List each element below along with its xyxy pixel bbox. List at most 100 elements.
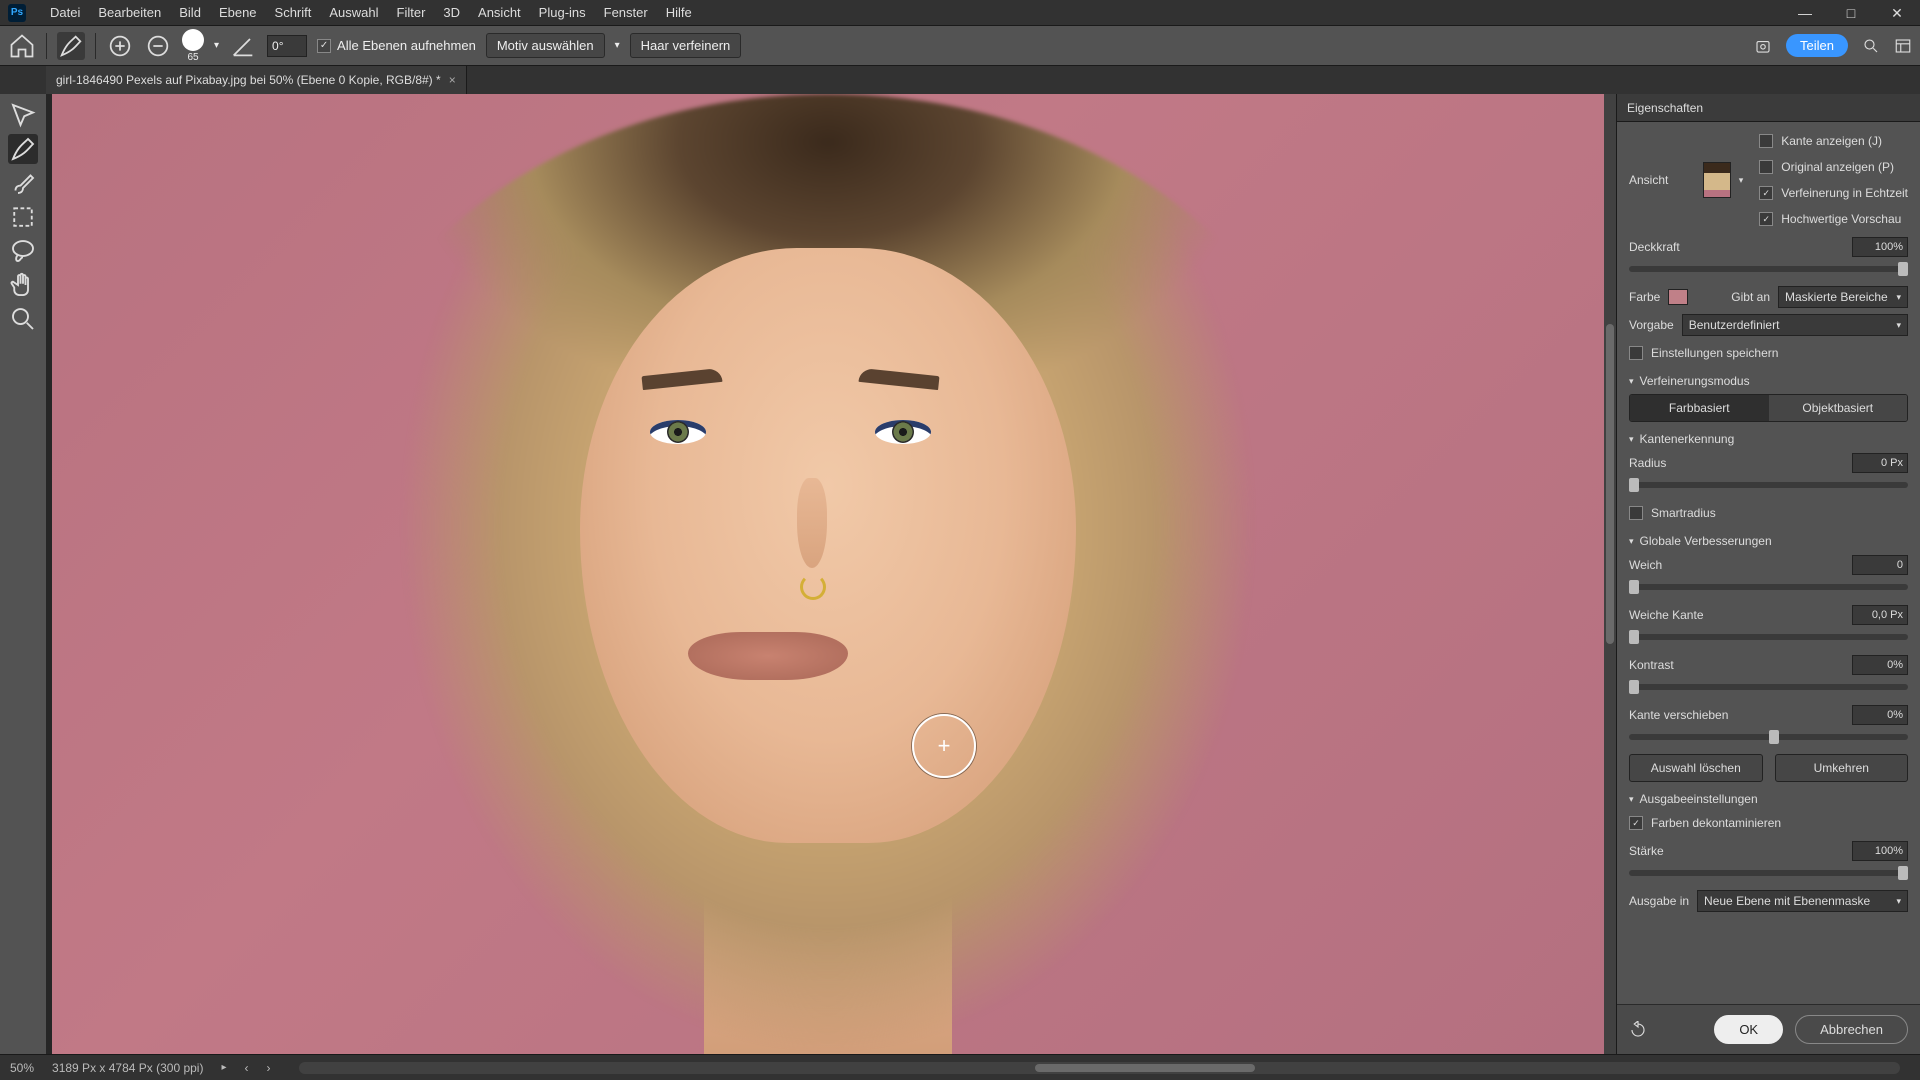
smooth-slider[interactable] bbox=[1629, 584, 1908, 590]
opacity-slider[interactable] bbox=[1629, 266, 1908, 272]
share-button[interactable]: Teilen bbox=[1786, 34, 1848, 57]
lasso-tool[interactable] bbox=[8, 236, 38, 266]
document-canvas[interactable]: + bbox=[52, 94, 1604, 1054]
brush-tool[interactable] bbox=[8, 168, 38, 198]
invert-button[interactable]: Umkehren bbox=[1775, 754, 1909, 782]
cancel-button[interactable]: Abbrechen bbox=[1795, 1015, 1908, 1044]
decon-checkbox[interactable] bbox=[1629, 816, 1643, 830]
menu-datei[interactable]: Datei bbox=[50, 5, 80, 20]
opacity-label: Deckkraft bbox=[1629, 240, 1680, 254]
menu-bild[interactable]: Bild bbox=[179, 5, 201, 20]
menu-bar: Ps Datei Bearbeiten Bild Ebene Schrift A… bbox=[0, 0, 1920, 26]
contrast-slider[interactable] bbox=[1629, 684, 1908, 690]
sample-all-layers-checkbox[interactable]: Alle Ebenen aufnehmen bbox=[317, 38, 476, 53]
panel-tab[interactable]: Eigenschaften bbox=[1617, 94, 1920, 122]
color-swatch[interactable] bbox=[1668, 289, 1688, 305]
workspace-switcher-icon[interactable] bbox=[1894, 37, 1912, 55]
select-subject-button[interactable]: Motiv auswählen bbox=[486, 33, 605, 58]
smooth-input[interactable] bbox=[1852, 555, 1908, 575]
hq-preview-label: Hochwertige Vorschau bbox=[1781, 212, 1901, 226]
mode-object-button[interactable]: Objektbasiert bbox=[1769, 395, 1908, 421]
output-header[interactable]: ▾Ausgabeeinstellungen bbox=[1629, 792, 1908, 806]
vertical-scrollbar[interactable] bbox=[1604, 94, 1616, 1054]
nav-next-icon[interactable]: › bbox=[267, 1061, 271, 1075]
object-select-tool[interactable] bbox=[8, 202, 38, 232]
hq-preview-checkbox[interactable] bbox=[1759, 212, 1773, 226]
ok-button[interactable]: OK bbox=[1714, 1015, 1783, 1044]
hand-tool[interactable] bbox=[8, 270, 38, 300]
feather-input[interactable] bbox=[1852, 605, 1908, 625]
preset-select[interactable]: Benutzerdefiniert▾ bbox=[1682, 314, 1908, 336]
smart-radius-checkbox[interactable] bbox=[1629, 506, 1643, 520]
feather-label: Weiche Kante bbox=[1629, 608, 1704, 622]
menu-ansicht[interactable]: Ansicht bbox=[478, 5, 521, 20]
indicates-select[interactable]: Maskierte Bereiche▾ bbox=[1778, 286, 1908, 308]
output-to-select[interactable]: Neue Ebene mit Ebenenmaske▾ bbox=[1697, 890, 1908, 912]
search-icon[interactable] bbox=[1862, 37, 1880, 55]
edge-detect-header[interactable]: ▾Kantenerkennung bbox=[1629, 432, 1908, 446]
radius-slider[interactable] bbox=[1629, 482, 1908, 488]
refine-hair-button[interactable]: Haar verfeinern bbox=[630, 33, 742, 58]
minimize-button[interactable]: — bbox=[1782, 0, 1828, 26]
brush-angle-input[interactable] bbox=[267, 35, 307, 57]
add-selection-icon[interactable] bbox=[106, 32, 134, 60]
color-label: Farbe bbox=[1629, 290, 1660, 304]
sample-all-label: Alle Ebenen aufnehmen bbox=[337, 38, 476, 53]
mode-color-button[interactable]: Farbbasiert bbox=[1630, 395, 1769, 421]
menu-ebene[interactable]: Ebene bbox=[219, 5, 257, 20]
document-tab-title: girl-1846490 Pexels auf Pixabay.jpg bei … bbox=[56, 73, 441, 87]
preset-label: Vorgabe bbox=[1629, 318, 1674, 332]
document-tab[interactable]: girl-1846490 Pexels auf Pixabay.jpg bei … bbox=[46, 66, 467, 94]
status-caret-icon[interactable]: ▸ bbox=[221, 1062, 226, 1073]
zoom-tool[interactable] bbox=[8, 304, 38, 334]
home-icon[interactable] bbox=[8, 32, 36, 60]
subtract-selection-icon[interactable] bbox=[144, 32, 172, 60]
amount-input[interactable] bbox=[1852, 841, 1908, 861]
realtime-refine-checkbox[interactable] bbox=[1759, 186, 1773, 200]
indicates-label: Gibt an bbox=[1731, 290, 1770, 304]
clear-selection-button[interactable]: Auswahl löschen bbox=[1629, 754, 1763, 782]
menu-filter[interactable]: Filter bbox=[397, 5, 426, 20]
refine-edge-brush-tool[interactable] bbox=[8, 134, 38, 164]
remember-checkbox[interactable] bbox=[1629, 346, 1643, 360]
brush-preset-picker[interactable]: 65 bbox=[182, 29, 204, 63]
global-header[interactable]: ▾Globale Verbesserungen bbox=[1629, 534, 1908, 548]
toolbox bbox=[0, 94, 46, 1054]
canvas-area[interactable]: + bbox=[46, 94, 1616, 1054]
horizontal-scrollbar[interactable] bbox=[299, 1062, 1901, 1074]
show-edge-checkbox[interactable] bbox=[1759, 134, 1773, 148]
refine-mode-header[interactable]: ▾Verfeinerungsmodus bbox=[1629, 374, 1908, 388]
shift-slider[interactable] bbox=[1629, 734, 1908, 740]
menu-bearbeiten[interactable]: Bearbeiten bbox=[98, 5, 161, 20]
amount-slider[interactable] bbox=[1629, 870, 1908, 876]
show-original-checkbox[interactable] bbox=[1759, 160, 1773, 174]
feather-slider[interactable] bbox=[1629, 634, 1908, 640]
menu-auswahl[interactable]: Auswahl bbox=[329, 5, 378, 20]
zoom-level[interactable]: 50% bbox=[10, 1061, 34, 1075]
scrollbar-thumb[interactable] bbox=[1606, 324, 1614, 644]
contrast-input[interactable] bbox=[1852, 655, 1908, 675]
shift-input[interactable] bbox=[1852, 705, 1908, 725]
view-thumbnail[interactable] bbox=[1703, 162, 1731, 198]
maximize-button[interactable]: □ bbox=[1828, 0, 1874, 26]
refine-mode-segment[interactable]: Farbbasiert Objektbasiert bbox=[1629, 394, 1908, 422]
menu-fenster[interactable]: Fenster bbox=[604, 5, 648, 20]
current-tool-icon[interactable] bbox=[57, 32, 85, 60]
brush-preview-icon bbox=[182, 29, 204, 51]
smart-radius-label: Smartradius bbox=[1651, 506, 1716, 520]
close-button[interactable]: ✕ bbox=[1874, 0, 1920, 26]
scrollbar-thumb[interactable] bbox=[1035, 1064, 1255, 1072]
menu-plugins[interactable]: Plug-ins bbox=[539, 5, 586, 20]
reset-icon[interactable] bbox=[1629, 1021, 1647, 1039]
close-tab-icon[interactable]: × bbox=[449, 73, 456, 87]
amount-label: Stärke bbox=[1629, 844, 1664, 858]
cloud-docs-icon[interactable] bbox=[1754, 37, 1772, 55]
menu-hilfe[interactable]: Hilfe bbox=[666, 5, 692, 20]
menu-3d[interactable]: 3D bbox=[443, 5, 460, 20]
quick-select-tool[interactable] bbox=[8, 100, 38, 130]
menu-schrift[interactable]: Schrift bbox=[275, 5, 312, 20]
radius-label: Radius bbox=[1629, 456, 1666, 470]
nav-prev-icon[interactable]: ‹ bbox=[245, 1061, 249, 1075]
opacity-input[interactable] bbox=[1852, 237, 1908, 257]
radius-input[interactable] bbox=[1852, 453, 1908, 473]
